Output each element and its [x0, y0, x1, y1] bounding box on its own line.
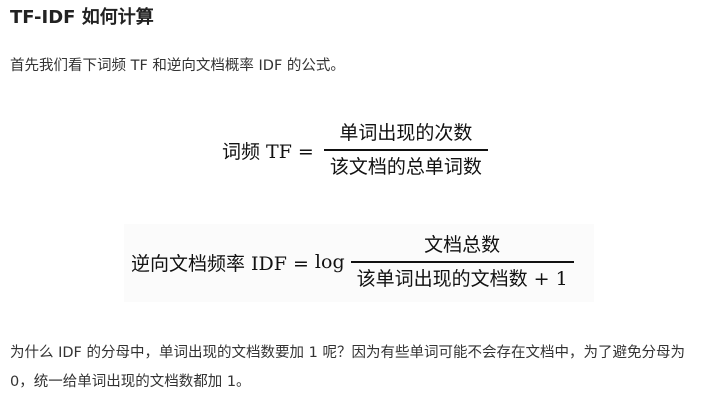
idf-fraction: 文档总数 该单词出现的文档数 + 1 [350, 232, 574, 291]
tf-fraction: 单词出现的次数 该文档的总单词数 [323, 120, 488, 179]
idf-log-function: log [314, 251, 345, 273]
outro-paragraph: 为什么 IDF 的分母中，单词出现的文档数要加 1 呢？因为有些单词可能不会存在… [10, 345, 685, 390]
idf-formula: 逆向文档频率 IDF = log 文档总数 该单词出现的文档数 + 1 [131, 229, 574, 295]
idf-numerator: 文档总数 [424, 234, 501, 257]
section-heading: TF-IDF 如何计算 [10, 7, 154, 28]
tf-denominator: 该文档的总单词数 [329, 155, 482, 178]
idf-formula-lhs: 逆向文档频率 IDF = [131, 252, 309, 275]
intro-paragraph: 首先我们看下词频 TF 和逆向文档概率 IDF 的公式。 [10, 58, 345, 74]
tf-numerator: 单词出现的次数 [339, 122, 473, 145]
tf-formula-lhs: 词频 TF = [222, 140, 314, 163]
idf-denominator: 该单词出现的文档数 + 1 [356, 267, 568, 290]
tf-formula: 词频 TF = 单词出现的次数 该文档的总单词数 [222, 118, 488, 182]
